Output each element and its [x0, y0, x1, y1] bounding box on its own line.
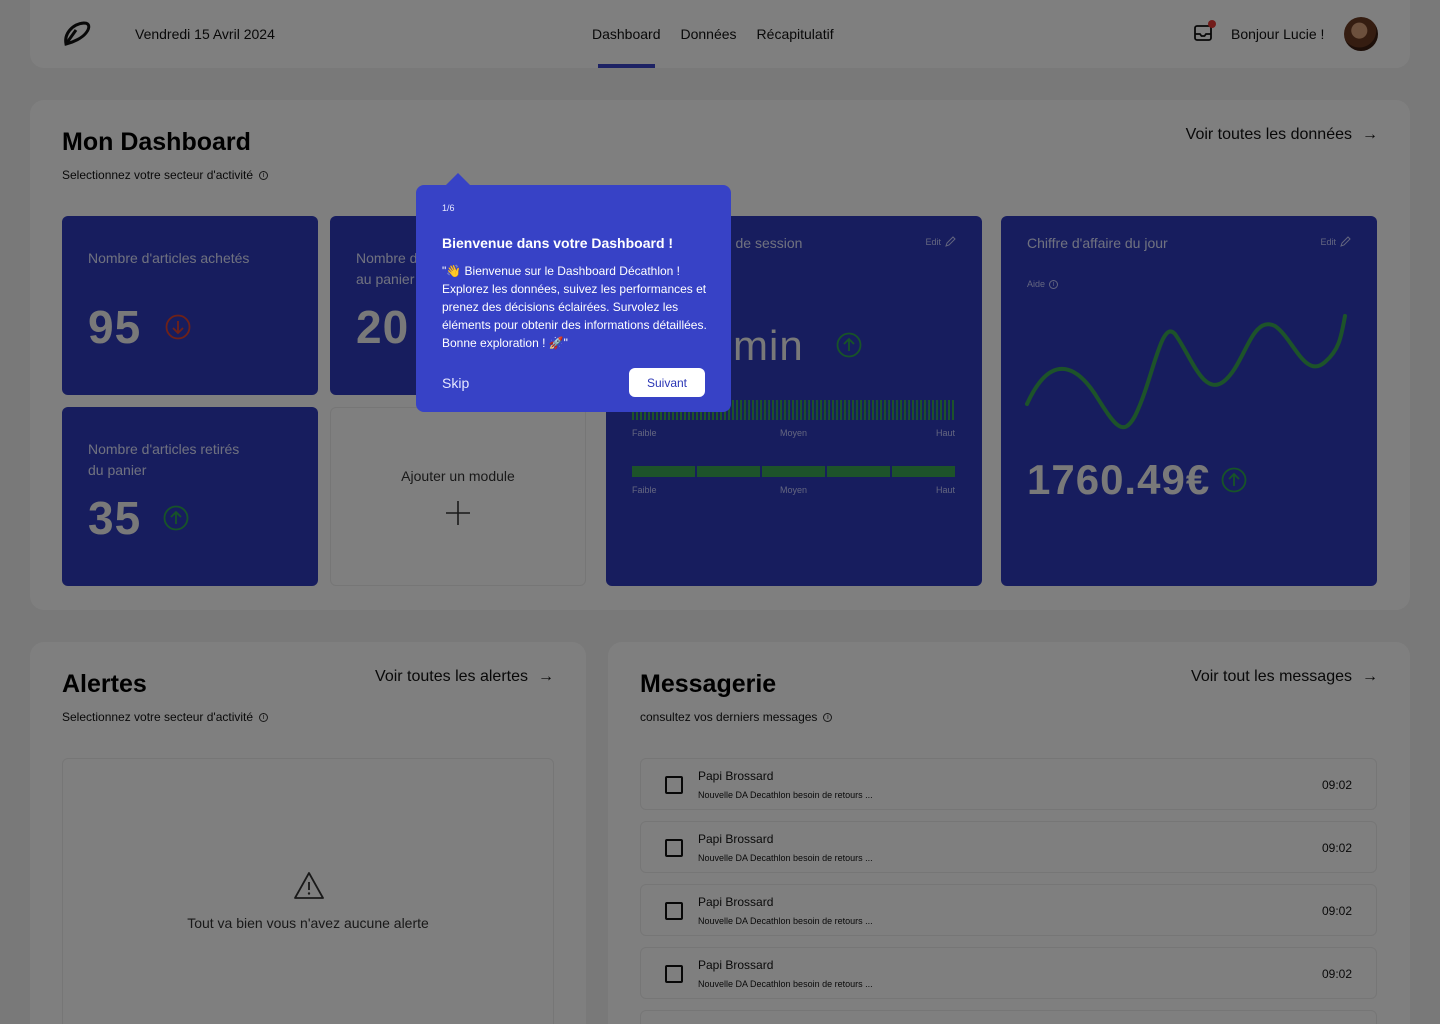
tour-next-button[interactable]: Suivant [629, 368, 705, 397]
tour-title: Bienvenue dans votre Dashboard ! [442, 235, 674, 251]
onboarding-tooltip: 1/6 Bienvenue dans votre Dashboard ! "👋 … [416, 173, 731, 412]
tour-overlay[interactable] [0, 0, 1440, 1024]
tooltip-caret [446, 173, 470, 185]
tour-body: "👋 Bienvenue sur le Dashboard Décathlon … [442, 264, 707, 350]
tour-skip-button[interactable]: Skip [442, 375, 469, 391]
tour-step-counter: 1/6 [442, 203, 455, 213]
